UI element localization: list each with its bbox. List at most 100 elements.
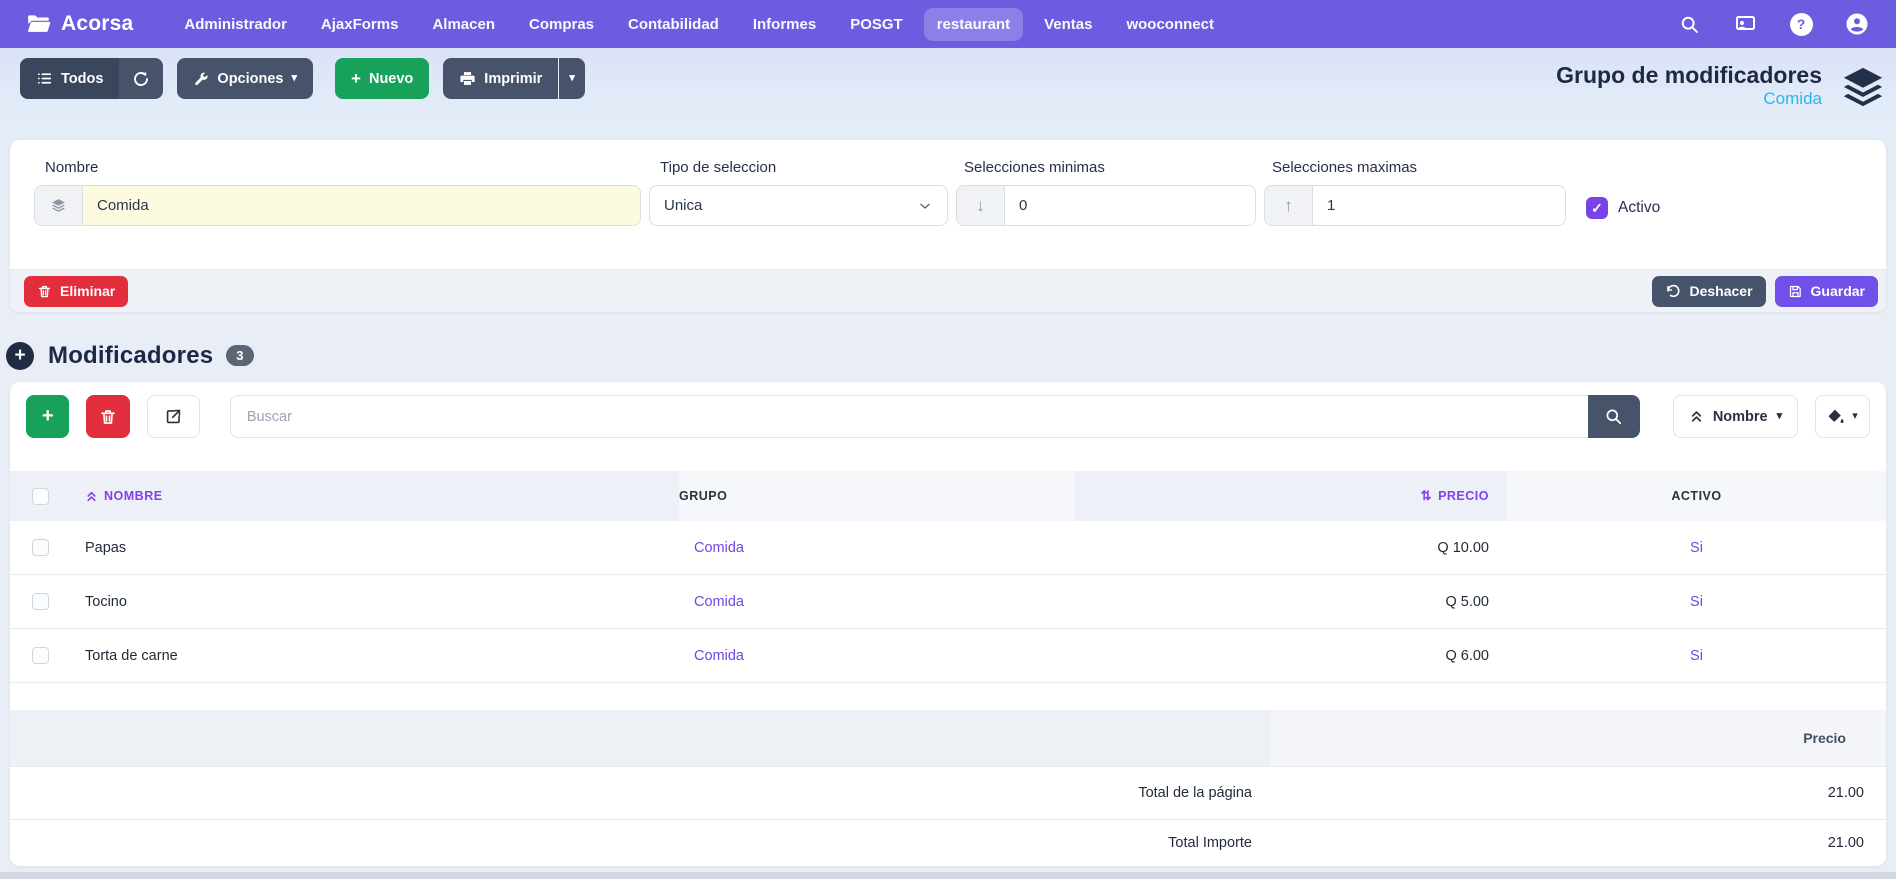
page-title: Grupo de modificadores xyxy=(1556,62,1822,88)
nav-items: Administrador AjaxForms Almacen Compras … xyxy=(171,8,1227,41)
form-footer: Eliminar Deshacer Guardar xyxy=(10,269,1886,312)
plus-icon: + xyxy=(42,405,54,428)
row-checkbox[interactable] xyxy=(32,647,49,664)
cell-grupo-link[interactable]: Comida xyxy=(679,648,1074,664)
nav-item-informes[interactable]: Informes xyxy=(740,8,829,41)
row-checkbox[interactable] xyxy=(32,593,49,610)
undo-icon xyxy=(1665,283,1681,299)
selecciones-maximas-label: Selecciones maximas xyxy=(1272,158,1566,178)
add-section-button[interactable]: + xyxy=(6,342,34,370)
todos-button[interactable]: Todos xyxy=(20,58,119,99)
open-external-button[interactable] xyxy=(147,395,200,438)
activo-checkbox[interactable]: ✓ xyxy=(1586,197,1608,219)
layers-icon xyxy=(1840,64,1886,110)
nav-item-administrador[interactable]: Administrador xyxy=(171,8,300,41)
tipo-seleccion-label: Tipo de seleccion xyxy=(660,158,948,178)
trash-icon xyxy=(99,408,117,426)
caret-down-icon: ▾ xyxy=(292,73,298,84)
selecciones-maximas-input[interactable] xyxy=(1313,186,1565,225)
header-precio[interactable]: ⇅ PRECIO xyxy=(1074,471,1507,521)
wrench-icon xyxy=(193,71,209,87)
caret-down-icon: ▾ xyxy=(569,73,575,84)
opciones-button[interactable]: Opciones ▾ xyxy=(177,58,313,99)
cell-grupo-link[interactable]: Comida xyxy=(679,540,1074,556)
field-activo: ✓ Activo xyxy=(1586,190,1660,226)
search-icon xyxy=(1604,407,1623,426)
refresh-button[interactable] xyxy=(119,58,163,99)
header-activo[interactable]: ACTIVO xyxy=(1507,489,1886,503)
nav-item-almacen[interactable]: Almacen xyxy=(419,8,508,41)
page-total-row: Total de la página 21.00 xyxy=(10,766,1886,819)
imprimir-button[interactable]: Imprimir xyxy=(443,58,558,99)
cell-grupo-link[interactable]: Comida xyxy=(679,594,1074,610)
nav-item-compras[interactable]: Compras xyxy=(516,8,607,41)
printer-icon xyxy=(459,70,476,87)
nav-item-restaurant[interactable]: restaurant xyxy=(924,8,1023,41)
search-group xyxy=(230,395,1640,438)
header-checkbox-cell xyxy=(10,471,70,521)
plus-icon: + xyxy=(14,346,25,365)
table-row[interactable]: Tocino Comida Q 5.00 Si xyxy=(10,575,1886,629)
table-toolbar: + Nombre ▾ xyxy=(10,382,1886,438)
caret-down-icon: ▾ xyxy=(1852,411,1858,422)
tipo-seleccion-select[interactable]: Unica xyxy=(649,185,948,226)
color-fill-button[interactable]: ▾ xyxy=(1815,395,1870,438)
import-total-value: 21.00 xyxy=(1270,835,1886,851)
search-icon[interactable] xyxy=(1676,11,1702,37)
row-checkbox[interactable] xyxy=(32,539,49,556)
double-chevron-up-icon xyxy=(1689,409,1704,424)
user-account-icon[interactable] xyxy=(1844,11,1870,37)
nav-item-wooconnect[interactable]: wooconnect xyxy=(1113,8,1227,41)
screen-user-icon[interactable] xyxy=(1732,11,1758,37)
field-selecciones-minimas: Selecciones minimas ↓ xyxy=(956,158,1256,226)
delete-rows-button[interactable] xyxy=(86,395,129,438)
page-title-block: Grupo de modificadores Comida xyxy=(1556,62,1822,110)
nav-item-ventas[interactable]: Ventas xyxy=(1031,8,1105,41)
nombre-label: Nombre xyxy=(45,158,641,178)
page-subtitle: Comida xyxy=(1556,88,1822,110)
brand[interactable]: Acorsa xyxy=(26,11,133,37)
nav-item-ajaxforms[interactable]: AjaxForms xyxy=(308,8,412,41)
table-search-input[interactable] xyxy=(230,395,1588,438)
table-search-button[interactable] xyxy=(1588,395,1640,438)
import-total-row: Total Importe 21.00 xyxy=(10,819,1886,866)
header-nombre[interactable]: NOMBRE xyxy=(70,471,679,521)
sort-by-button[interactable]: Nombre ▾ xyxy=(1673,395,1798,438)
select-all-checkbox[interactable] xyxy=(32,488,49,505)
page-total-label: Total de la página xyxy=(10,785,1270,801)
table-header-row: NOMBRE GRUPO ⇅ PRECIO ACTIVO xyxy=(10,471,1886,521)
chevron-down-icon xyxy=(917,198,933,214)
cell-precio: Q 6.00 xyxy=(1074,648,1507,664)
refresh-icon xyxy=(132,70,150,88)
selecciones-minimas-input[interactable] xyxy=(1005,186,1255,225)
nav-item-posgt[interactable]: POSGT xyxy=(837,8,916,41)
guardar-button[interactable]: Guardar xyxy=(1775,276,1878,307)
field-selecciones-maximas: Selecciones maximas ↑ xyxy=(1264,158,1566,226)
cell-activo: Si xyxy=(1507,594,1886,610)
imprimir-dropdown-button[interactable]: ▾ xyxy=(559,58,585,99)
help-icon[interactable]: ? xyxy=(1788,11,1814,37)
add-row-button[interactable]: + xyxy=(26,395,69,438)
count-badge: 3 xyxy=(226,345,253,366)
cell-precio: Q 10.00 xyxy=(1074,540,1507,556)
nombre-input[interactable] xyxy=(83,186,640,225)
imprimir-button-group: Imprimir ▾ xyxy=(443,58,585,99)
table-row[interactable]: Torta de carne Comida Q 6.00 Si xyxy=(10,629,1886,683)
nuevo-button[interactable]: + Nuevo xyxy=(335,58,429,99)
eliminar-button[interactable]: Eliminar xyxy=(24,276,128,307)
todos-button-group: Todos xyxy=(20,58,163,99)
table-row[interactable]: Papas Comida Q 10.00 Si xyxy=(10,521,1886,575)
brand-name: Acorsa xyxy=(61,12,133,36)
cell-nombre: Tocino xyxy=(70,594,679,610)
horizontal-scrollbar[interactable] xyxy=(0,872,1896,879)
arrow-down-icon: ↓ xyxy=(957,186,1005,225)
cell-activo: Si xyxy=(1507,648,1886,664)
deshacer-button[interactable]: Deshacer xyxy=(1652,276,1765,307)
plus-icon: + xyxy=(351,70,361,87)
modificadores-table-card: + Nombre ▾ xyxy=(10,382,1886,866)
header-grupo[interactable]: GRUPO xyxy=(679,489,1074,503)
arrow-up-icon: ↑ xyxy=(1265,186,1313,225)
precio-footer-label: Precio xyxy=(1270,710,1886,766)
layers-icon xyxy=(35,186,83,225)
nav-item-contabilidad[interactable]: Contabilidad xyxy=(615,8,732,41)
